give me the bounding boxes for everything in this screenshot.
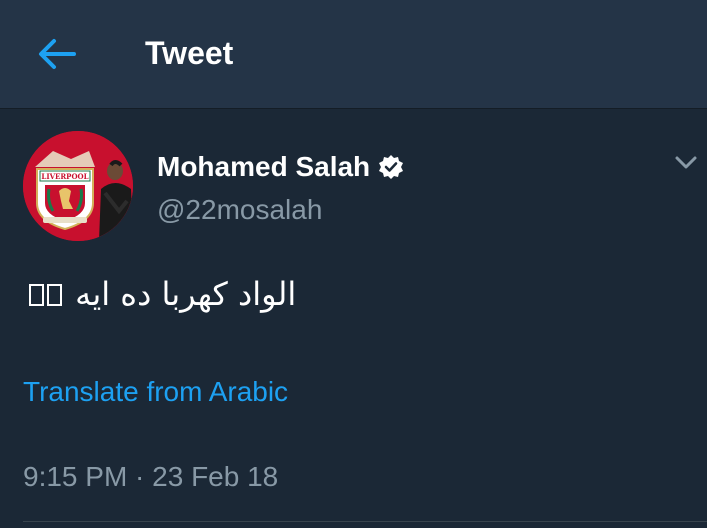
- author-name-row[interactable]: Mohamed Salah: [157, 150, 404, 184]
- tweet-timestamp: 9:15 PM · 23 Feb 18: [23, 461, 279, 492]
- missing-emoji-glyph-icon: [47, 284, 62, 306]
- top-app-bar: Tweet: [0, 0, 707, 109]
- author-name[interactable]: Mohamed Salah: [157, 150, 370, 184]
- missing-emoji-glyph-icon: [29, 284, 44, 306]
- avatar[interactable]: LIVERPOOL: [23, 131, 133, 241]
- arrow-left-icon: [39, 39, 76, 69]
- page-title: Tweet: [145, 35, 234, 71]
- tweet-arabic-text: الواد كهربا ده ايه: [75, 275, 297, 313]
- liverpool-crest-avatar: LIVERPOOL: [23, 131, 133, 241]
- author-handle[interactable]: @22mosalah: [157, 193, 322, 227]
- back-button[interactable]: [36, 36, 78, 72]
- translate-link[interactable]: Translate from Arabic: [23, 375, 288, 409]
- tweet-text: الواد كهربا ده ايه: [23, 272, 296, 316]
- svg-text:LIVERPOOL: LIVERPOOL: [41, 172, 88, 181]
- verified-badge-icon: [378, 154, 404, 180]
- emoji-placeholders: [29, 272, 65, 316]
- liverpool-crest-icon: LIVERPOOL: [35, 151, 95, 231]
- divider: [23, 521, 707, 522]
- chevron-down-icon: [675, 156, 697, 169]
- more-options-button[interactable]: [672, 150, 700, 174]
